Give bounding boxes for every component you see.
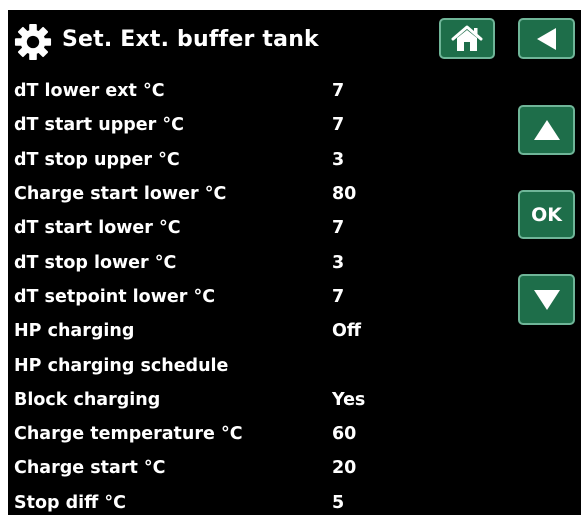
- setting-row-dt-stop-upper[interactable]: dT stop upper °C 3: [8, 143, 498, 177]
- scroll-up-button[interactable]: [518, 105, 575, 155]
- up-arrow-icon: [533, 120, 560, 140]
- setting-label: Charge temperature °C: [14, 424, 243, 445]
- setting-label: dT stop lower °C: [14, 252, 177, 273]
- setting-label: Charge start °C: [14, 458, 166, 479]
- setting-row-charge-start-lower[interactable]: Charge start lower °C 80: [8, 177, 498, 211]
- header: Set. Ext. buffer tank: [8, 10, 581, 70]
- setting-row-hp-charging-schedule[interactable]: HP charging schedule: [8, 348, 498, 382]
- gear-icon: [14, 23, 52, 61]
- setting-row-dt-start-upper[interactable]: dT start upper °C 7: [8, 108, 498, 142]
- setting-value: 20: [332, 458, 357, 479]
- setting-value: 5: [332, 492, 345, 513]
- setting-value: 60: [332, 424, 357, 445]
- controller-screen: Set. Ext. buffer tank OK dT lower ext °C…: [8, 10, 581, 515]
- setting-label: dT lower ext °C: [14, 81, 165, 102]
- scroll-down-button[interactable]: [518, 274, 575, 325]
- setting-value: 7: [332, 115, 345, 136]
- settings-list: dT lower ext °C 7 dT start upper °C 7 dT…: [8, 74, 498, 515]
- ok-button[interactable]: OK: [518, 190, 575, 239]
- page-title: Set. Ext. buffer tank: [62, 27, 319, 52]
- back-button[interactable]: [518, 18, 575, 59]
- home-icon: [451, 25, 483, 51]
- setting-label: dT setpoint lower °C: [14, 286, 216, 307]
- setting-value: 3: [332, 149, 345, 170]
- setting-label: HP charging schedule: [14, 355, 229, 376]
- setting-value: 80: [332, 184, 357, 205]
- setting-row-dt-setpoint-lower[interactable]: dT setpoint lower °C 7: [8, 280, 498, 314]
- home-button[interactable]: [439, 18, 495, 59]
- setting-row-dt-start-lower[interactable]: dT start lower °C 7: [8, 211, 498, 245]
- setting-label: dT stop upper °C: [14, 149, 180, 170]
- setting-value: 3: [332, 252, 345, 273]
- ok-label: OK: [531, 203, 562, 226]
- setting-label: dT start lower °C: [14, 218, 181, 239]
- setting-value: 7: [332, 218, 345, 239]
- setting-label: dT start upper °C: [14, 115, 184, 136]
- setting-row-stop-diff[interactable]: Stop diff °C 5: [8, 486, 498, 515]
- setting-row-charge-temperature[interactable]: Charge temperature °C 60: [8, 417, 498, 451]
- setting-row-hp-charging[interactable]: HP charging Off: [8, 314, 498, 348]
- setting-value: 7: [332, 81, 345, 102]
- down-arrow-icon: [533, 289, 560, 310]
- setting-label: Block charging: [14, 389, 161, 410]
- setting-value: Off: [332, 321, 362, 342]
- setting-value: 7: [332, 286, 345, 307]
- setting-row-charge-start[interactable]: Charge start °C 20: [8, 451, 498, 485]
- back-arrow-icon: [536, 27, 556, 50]
- setting-row-block-charging[interactable]: Block charging Yes: [8, 383, 498, 417]
- setting-label: Stop diff °C: [14, 492, 126, 513]
- setting-label: Charge start lower °C: [14, 184, 227, 205]
- setting-row-dt-lower-ext[interactable]: dT lower ext °C 7: [8, 74, 498, 108]
- setting-label: HP charging: [14, 321, 135, 342]
- setting-row-dt-stop-lower[interactable]: dT stop lower °C 3: [8, 245, 498, 279]
- setting-value: Yes: [332, 389, 366, 410]
